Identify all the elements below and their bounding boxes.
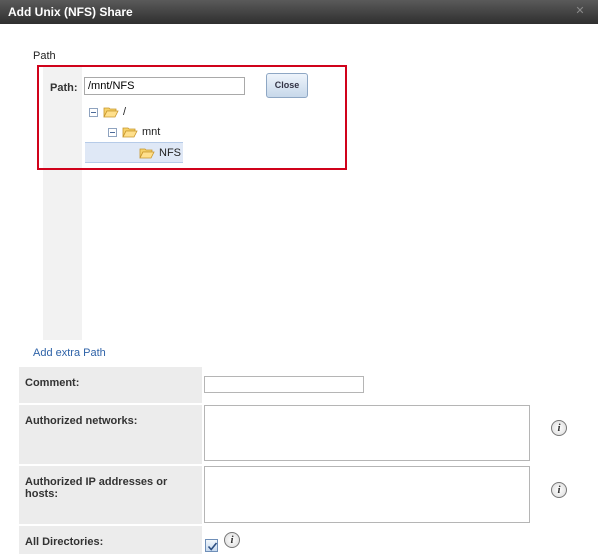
networks-textarea[interactable] [204, 405, 530, 461]
all-directories-checkbox[interactable] [205, 539, 218, 552]
comment-label: Comment: [19, 367, 202, 403]
hosts-label: Authorized IP addresses or hosts: [19, 466, 202, 524]
path-highlight-box [37, 65, 347, 170]
checkmark-icon [207, 542, 218, 551]
dialog-titlebar: Add Unix (NFS) Share ✕ [0, 0, 598, 24]
comment-input[interactable] [204, 376, 364, 393]
info-icon[interactable]: i [224, 532, 240, 548]
all-directories-label: All Directories: [19, 526, 202, 554]
close-x-icon[interactable]: ✕ [574, 5, 586, 17]
hosts-textarea[interactable] [204, 466, 530, 523]
info-icon[interactable]: i [551, 482, 567, 498]
path-section-heading: Path [33, 50, 56, 62]
add-extra-path-link[interactable]: Add extra Path [33, 347, 106, 359]
info-icon[interactable]: i [551, 420, 567, 436]
networks-label: Authorized networks: [19, 405, 202, 464]
dialog-title: Add Unix (NFS) Share [8, 5, 133, 19]
